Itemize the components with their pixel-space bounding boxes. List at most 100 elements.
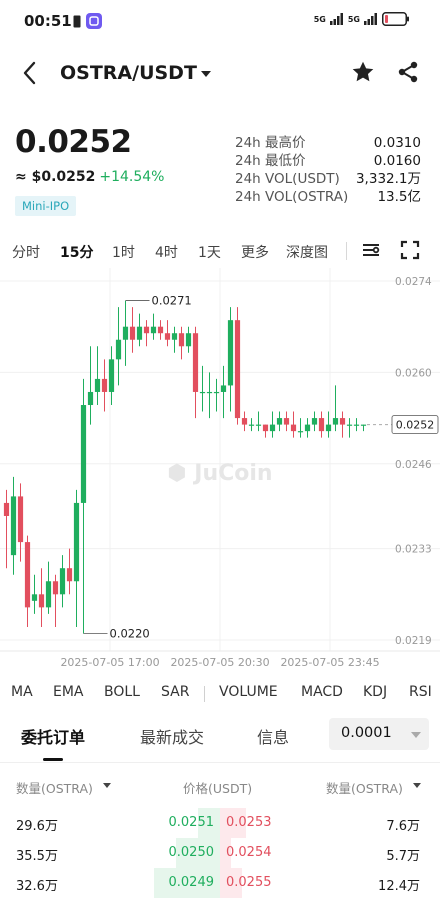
candle-body	[248, 424, 255, 426]
candle-body	[10, 496, 17, 556]
book-tabs: 委托订单 最新成交 信息 0.0001	[0, 718, 440, 761]
share-icon[interactable]	[396, 60, 420, 84]
candle-body	[45, 581, 52, 608]
candle-body	[318, 418, 325, 432]
precision-value: 0.0001	[341, 725, 392, 741]
mini-ipo-badge[interactable]: Mini-IPO	[15, 196, 77, 216]
fullscreen-icon[interactable]	[400, 240, 420, 260]
price-change: +14.54%	[99, 169, 165, 185]
x-tick-label: 2025-07-05 20:30	[170, 656, 269, 669]
indicator-kdj[interactable]: KDJ	[363, 684, 387, 700]
candle-body	[80, 405, 87, 503]
back-icon[interactable]	[18, 60, 44, 86]
bid-qty: 29.6万	[16, 819, 58, 834]
status-time: 00:51	[24, 12, 72, 30]
favorite-star-icon[interactable]	[350, 59, 376, 85]
stat-label: 24h VOL(OSTRA)	[235, 189, 349, 205]
indicator-sar[interactable]: SAR	[161, 684, 189, 700]
y-tick-label: 0.0260	[395, 367, 432, 379]
stat-label: 24h 最高价	[235, 135, 306, 151]
indicator-volume[interactable]: VOLUME	[219, 684, 278, 700]
candle-body	[262, 424, 269, 432]
candle-body	[171, 333, 178, 340]
candle-body	[24, 542, 31, 608]
tab-depth-chart[interactable]: 深度图	[286, 242, 328, 262]
stat-label: 24h VOL(USDT)	[235, 171, 340, 187]
indicator-macd[interactable]: MACD	[301, 684, 343, 700]
indicator-boll[interactable]: BOLL	[104, 684, 140, 700]
y-tick-label: 0.0219	[395, 635, 432, 647]
orderbook-row[interactable]: 32.6万 0.0249 0.0255 12.4万	[0, 868, 440, 898]
candle-body	[122, 326, 129, 340]
tab-timeframe-1h[interactable]: 1时	[112, 242, 135, 262]
current-price-label: 0.0252	[396, 419, 435, 432]
chart-watermark: ⬢ JuCoin	[167, 461, 272, 486]
candle-body	[31, 594, 38, 601]
ask-qty-header[interactable]: 数量(OSTRA)	[326, 778, 403, 797]
tab-info[interactable]: 信息	[257, 724, 289, 748]
fiat-price: ≈ $0.0252	[15, 169, 96, 185]
caret-down-icon[interactable]	[103, 783, 111, 788]
divider	[346, 242, 347, 260]
chart-settings-icon[interactable]	[361, 240, 381, 260]
high-price-label: 0.0271	[152, 294, 192, 308]
candle-body	[220, 385, 227, 392]
bid-price: 0.0251	[168, 815, 215, 830]
candle-body	[311, 418, 318, 425]
candle-body	[143, 326, 150, 334]
candle-body	[178, 333, 185, 347]
candle-body	[346, 424, 353, 426]
tab-orderbook[interactable]: 委托订单	[21, 724, 85, 748]
caret-down-icon[interactable]	[413, 783, 421, 788]
stat-row: 24h 最高价 0.0310	[235, 134, 421, 152]
candle-body	[304, 424, 311, 432]
signal-icon	[364, 13, 377, 25]
candle-body	[87, 391, 94, 406]
orderbook-row[interactable]: 35.5万 0.0250 0.0254 5.7万	[0, 838, 440, 868]
precision-select[interactable]: 0.0001	[329, 718, 429, 750]
candle-body	[353, 424, 360, 426]
sim-icon	[73, 15, 81, 27]
ask-qty: 7.6万	[386, 819, 420, 834]
candle-body	[150, 326, 157, 334]
candle-body	[283, 418, 290, 425]
candle-body	[52, 581, 59, 595]
caret-down-icon[interactable]	[200, 70, 212, 78]
ask-qty: 5.7万	[386, 849, 420, 864]
candle-body	[115, 339, 122, 360]
bid-qty-header[interactable]: 数量(OSTRA)	[16, 778, 93, 797]
candle-body	[199, 391, 206, 394]
indicator-ma[interactable]: MA	[11, 684, 33, 700]
pair-selector[interactable]: OSTRA/USDT	[60, 62, 197, 84]
y-tick-label: 0.0246	[395, 459, 432, 471]
indicator-ema[interactable]: EMA	[53, 684, 84, 700]
candle-body	[73, 502, 80, 582]
tab-timeframe-4h[interactable]: 4时	[155, 242, 178, 262]
candle-body	[59, 568, 66, 595]
tab-timeframe-line[interactable]: 分时	[12, 242, 40, 262]
stat-label: 24h 最低价	[235, 153, 306, 169]
indicator-rsi[interactable]: RSI	[409, 684, 432, 700]
candle-body	[241, 418, 248, 425]
candle-body	[290, 424, 297, 432]
stat-row: 24h VOL(OSTRA) 13.5亿	[235, 188, 421, 206]
bid-price: 0.0250	[168, 845, 215, 860]
ask-price: 0.0255	[226, 875, 272, 890]
tab-timeframe-15m[interactable]: 15分	[60, 242, 93, 262]
candle-body	[136, 326, 143, 340]
tab-timeframe-1d[interactable]: 1天	[198, 242, 221, 262]
app-header: OSTRA/USDT	[0, 52, 440, 96]
kline-chart[interactable]: 0.0274 0.0260 0.0246 0.0233 0.0219 2025-07-05…	[0, 268, 440, 674]
candle-body	[213, 391, 220, 394]
stat-value: 0.0160	[373, 153, 421, 169]
price-header: 价格(USDT)	[183, 781, 253, 796]
network-label-2: 5G	[347, 14, 360, 24]
candle-body	[66, 568, 73, 582]
app-notification-icon	[86, 13, 102, 29]
network-label-1: 5G	[313, 14, 326, 24]
status-notification-icons	[73, 13, 102, 29]
tab-timeframe-more[interactable]: 更多	[241, 242, 269, 262]
tab-latest-trades[interactable]: 最新成交	[140, 724, 204, 748]
orderbook-row[interactable]: 29.6万 0.0251 0.0253 7.6万	[0, 808, 440, 838]
candle-body	[360, 424, 367, 426]
